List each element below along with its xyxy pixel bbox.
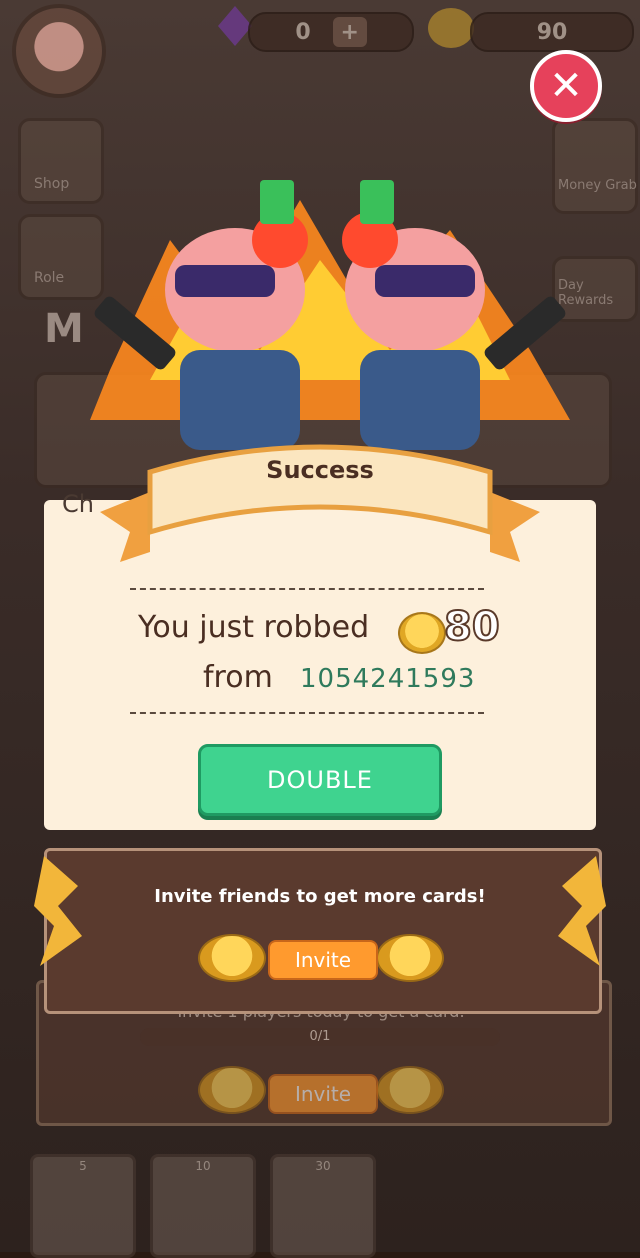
gem-count: 0 <box>295 19 311 45</box>
double-button[interactable]: DOUBLE <box>198 744 442 816</box>
from-label: from <box>203 660 273 695</box>
success-banner <box>100 444 540 562</box>
add-gems-button[interactable]: + <box>332 17 367 47</box>
lightning-left-icon <box>34 856 82 966</box>
card-slot-3[interactable]: 30 <box>270 1154 376 1258</box>
pig-coin-icon <box>428 8 474 48</box>
role-label: Role <box>34 270 65 286</box>
invite-panel <box>44 848 602 1014</box>
divider-bottom <box>130 712 484 714</box>
card-slot-2[interactable]: 10 <box>150 1154 256 1258</box>
invite-title: Invite friends to get more cards! <box>154 886 486 907</box>
victim-id: 1054241593 <box>300 664 476 694</box>
gem-counter: 0 + <box>248 12 414 52</box>
popup-title: Success <box>266 456 374 484</box>
card-slot-1[interactable]: 5 <box>30 1154 136 1258</box>
card-cost: 5 <box>79 1159 87 1173</box>
invite-button[interactable]: Invite <box>268 940 378 980</box>
lightning-right-icon <box>558 856 606 966</box>
pig-coin-icon <box>398 612 446 654</box>
coin-counter: 90 <box>470 12 634 52</box>
close-button[interactable]: ✕ <box>530 50 602 122</box>
robber-pigs-illustration <box>90 180 570 450</box>
card-cost: 30 <box>315 1159 331 1173</box>
robbed-amount: 80 <box>443 603 501 651</box>
card-cost: 10 <box>195 1159 211 1173</box>
coin-stack-icon <box>376 934 444 982</box>
coin-count: 90 <box>536 19 568 45</box>
coin-stack-icon <box>198 934 266 982</box>
invite-button-secondary[interactable]: Invite <box>268 1074 378 1114</box>
gem-icon <box>218 6 252 46</box>
coin-stack-icon <box>376 1066 444 1114</box>
coin-stack-icon <box>198 1066 266 1114</box>
divider-top <box>130 588 484 590</box>
shop-label: Shop <box>34 176 70 192</box>
robbed-message: You just robbed <box>138 610 370 645</box>
invite-progress-text: 0/1 <box>309 1029 331 1044</box>
player-avatar[interactable] <box>12 4 106 98</box>
